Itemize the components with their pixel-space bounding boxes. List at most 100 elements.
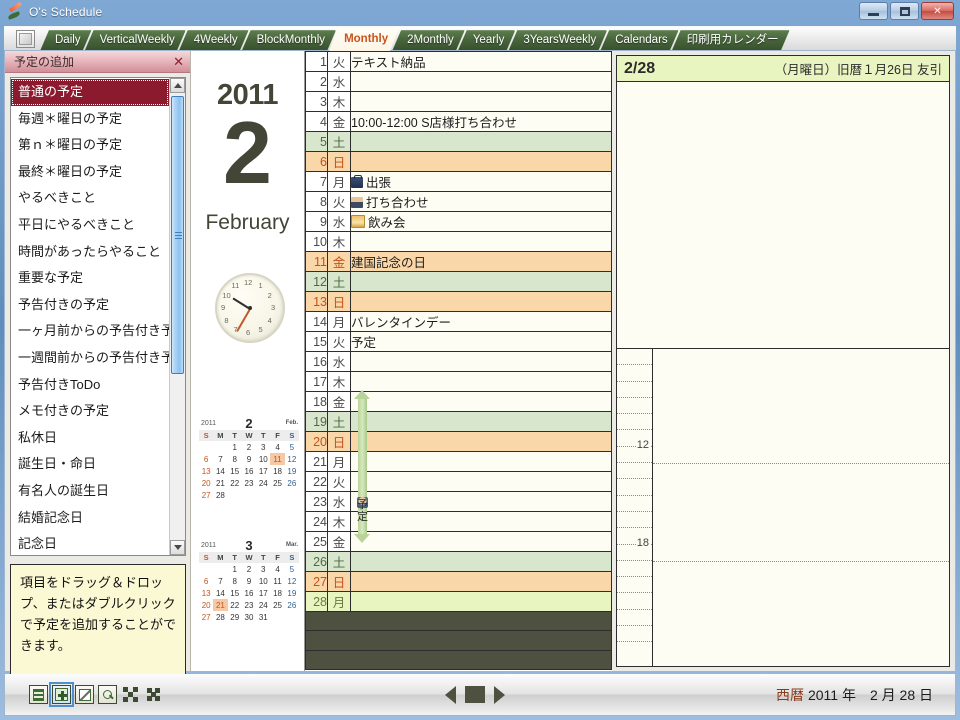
minicalendar-day[interactable]: 27 <box>199 611 213 623</box>
event-template-item[interactable]: 重要な予定 <box>11 265 169 292</box>
day-event-cell[interactable] <box>350 291 612 312</box>
tab-2monthly[interactable]: 2Monthly <box>392 30 465 51</box>
day-event-cell[interactable]: 出張 <box>350 171 612 192</box>
day-event-cell[interactable] <box>350 411 612 432</box>
minicalendar-day[interactable] <box>228 489 242 501</box>
minicalendar-day[interactable]: 4 <box>270 441 284 453</box>
tab-印刷用カレンダー[interactable]: 印刷用カレンダー <box>672 30 790 51</box>
scroll-up-button[interactable] <box>170 78 185 93</box>
day-row[interactable]: 13 日 <box>305 291 612 312</box>
minicalendar-day[interactable]: 1 <box>228 441 242 453</box>
day-row[interactable]: 11 金建国記念の日 <box>305 251 612 272</box>
minicalendar-day[interactable]: 11 <box>270 575 284 587</box>
minicalendar-day[interactable]: 18 <box>270 465 284 477</box>
scroll-down-button[interactable] <box>170 540 185 555</box>
minicalendar-day[interactable] <box>213 441 227 453</box>
day-row[interactable]: 16 水 <box>305 351 612 372</box>
tab-monthly[interactable]: Monthly <box>329 27 399 51</box>
event-template-item[interactable]: やるべきこと <box>11 185 169 212</box>
minicalendar-day[interactable]: 12 <box>285 575 299 587</box>
minicalendar-day[interactable] <box>285 611 299 623</box>
day-event-cell[interactable] <box>350 391 612 412</box>
day-row[interactable]: 22 火 <box>305 471 612 492</box>
day-row[interactable]: 27 日 <box>305 571 612 592</box>
day-event-cell[interactable] <box>350 451 612 472</box>
event-template-item[interactable]: 結婚記念日 <box>11 505 169 532</box>
minicalendar-day[interactable]: 22 <box>228 477 242 489</box>
day-event-cell[interactable] <box>350 431 612 452</box>
minicalendar-day[interactable]: 5 <box>285 563 299 575</box>
minicalendar-day[interactable]: 26 <box>285 599 299 611</box>
minicalendar-day[interactable]: 23 <box>242 599 256 611</box>
event-template-item[interactable]: 平日にやるべきこと <box>11 212 169 239</box>
minicalendar-day[interactable]: 8 <box>228 453 242 465</box>
prev-icon[interactable] <box>445 685 456 704</box>
minicalendar-day[interactable]: 10 <box>256 575 270 587</box>
minicalendar-day[interactable]: 9 <box>242 453 256 465</box>
event-template-item[interactable]: 有名人の誕生日 <box>11 478 169 505</box>
event-template-item[interactable]: 時間があったらやること <box>11 239 169 266</box>
minicalendar-day[interactable]: 31 <box>256 611 270 623</box>
minicalendar-day[interactable] <box>270 611 284 623</box>
day-event-cell[interactable] <box>350 571 612 592</box>
minicalendar-day[interactable]: 28 <box>213 611 227 623</box>
day-event-cell[interactable] <box>350 131 612 152</box>
tab-daily[interactable]: Daily <box>40 30 92 51</box>
event-template-item[interactable]: 毎週＊曜日の予定 <box>11 106 169 133</box>
minicalendar-day[interactable]: 16 <box>242 465 256 477</box>
minicalendar-day[interactable]: 25 <box>270 599 284 611</box>
minicalendar-next[interactable]: 2011 3 Mar. S M T W T F S 1 2 3 4 5 6 7 8 9 10 11 12 13 14 15 16 1… <box>199 539 299 623</box>
minicalendar-day[interactable]: 1 <box>228 563 242 575</box>
minicalendar-day[interactable]: 27 <box>199 489 213 501</box>
minicalendar-day[interactable]: 6 <box>199 453 213 465</box>
sidebar-scrollbar[interactable] <box>169 78 185 555</box>
day-event-cell[interactable]: 打ち合わせ <box>350 191 612 212</box>
day-row[interactable]: 2水 <box>305 71 612 92</box>
minicalendar-day[interactable]: 28 <box>213 489 227 501</box>
tab-yearly[interactable]: Yearly <box>458 30 516 51</box>
event-template-item[interactable]: 予告付きToDo <box>11 372 169 399</box>
home-square-icon[interactable] <box>16 30 35 48</box>
day-row[interactable]: 28 月 <box>305 591 612 612</box>
day-event-cell[interactable]: 10:00-12:00 S店様打ち合わせ <box>350 111 612 132</box>
tab-4weekly[interactable]: 4Weekly <box>179 30 249 51</box>
event-template-item[interactable]: 一ヶ月前からの予告付き予定 <box>11 318 169 345</box>
day-event-cell[interactable]: テキスト納品 <box>350 51 612 72</box>
sidebar-close-icon[interactable]: ✕ <box>173 55 184 68</box>
day-row[interactable]: 6日 <box>305 151 612 172</box>
day-row[interactable]: 7 月 出張 <box>305 171 612 192</box>
scrollbar-thumb[interactable] <box>171 96 184 374</box>
minicalendar-day[interactable]: 15 <box>228 587 242 599</box>
day-event-cell[interactable] <box>350 91 612 112</box>
tab-blockmonthly[interactable]: BlockMonthly <box>242 30 336 51</box>
day-row[interactable]: 15 火予定 <box>305 331 612 352</box>
minicalendar-day[interactable]: 7 <box>213 453 227 465</box>
day-event-cell[interactable] <box>350 271 612 292</box>
minimize-button[interactable] <box>859 2 888 20</box>
minicalendar-day[interactable]: 5 <box>285 441 299 453</box>
day-row[interactable]: 3木 <box>305 91 612 112</box>
tab-3yearsweekly[interactable]: 3YearsWeekly <box>508 30 607 51</box>
day-event-cell[interactable] <box>350 531 612 552</box>
minicalendar-day[interactable]: 7 <box>213 575 227 587</box>
minicalendar-day[interactable]: 24 <box>256 477 270 489</box>
day-row[interactable]: 4 金 10:00-12:00 S店様打ち合わせ <box>305 111 612 132</box>
minicalendar-day[interactable]: 17 <box>256 587 270 599</box>
minicalendar-day[interactable]: 21 <box>213 477 227 489</box>
expand-icon[interactable] <box>121 685 140 704</box>
edit-pencil-icon[interactable] <box>75 685 94 704</box>
event-template-item[interactable]: 最終＊曜日の予定 <box>11 159 169 186</box>
day-row[interactable]: 25 金 <box>305 531 612 552</box>
day-row[interactable]: 21 月 <box>305 451 612 472</box>
day-event-cell[interactable] <box>350 231 612 252</box>
minicalendar-day[interactable]: 3 <box>256 441 270 453</box>
tab-calendars[interactable]: Calendars <box>600 30 678 51</box>
day-event-cell[interactable] <box>350 591 612 612</box>
minicalendar-day[interactable]: 12 <box>285 453 299 465</box>
minicalendar-day[interactable]: 25 <box>270 477 284 489</box>
day-row[interactable]: 10 木 <box>305 231 612 252</box>
list-view-icon[interactable] <box>29 685 48 704</box>
timeline-canvas[interactable] <box>653 349 949 666</box>
minicalendar-day[interactable]: 6 <box>199 575 213 587</box>
minicalendar-day[interactable]: 10 <box>256 453 270 465</box>
